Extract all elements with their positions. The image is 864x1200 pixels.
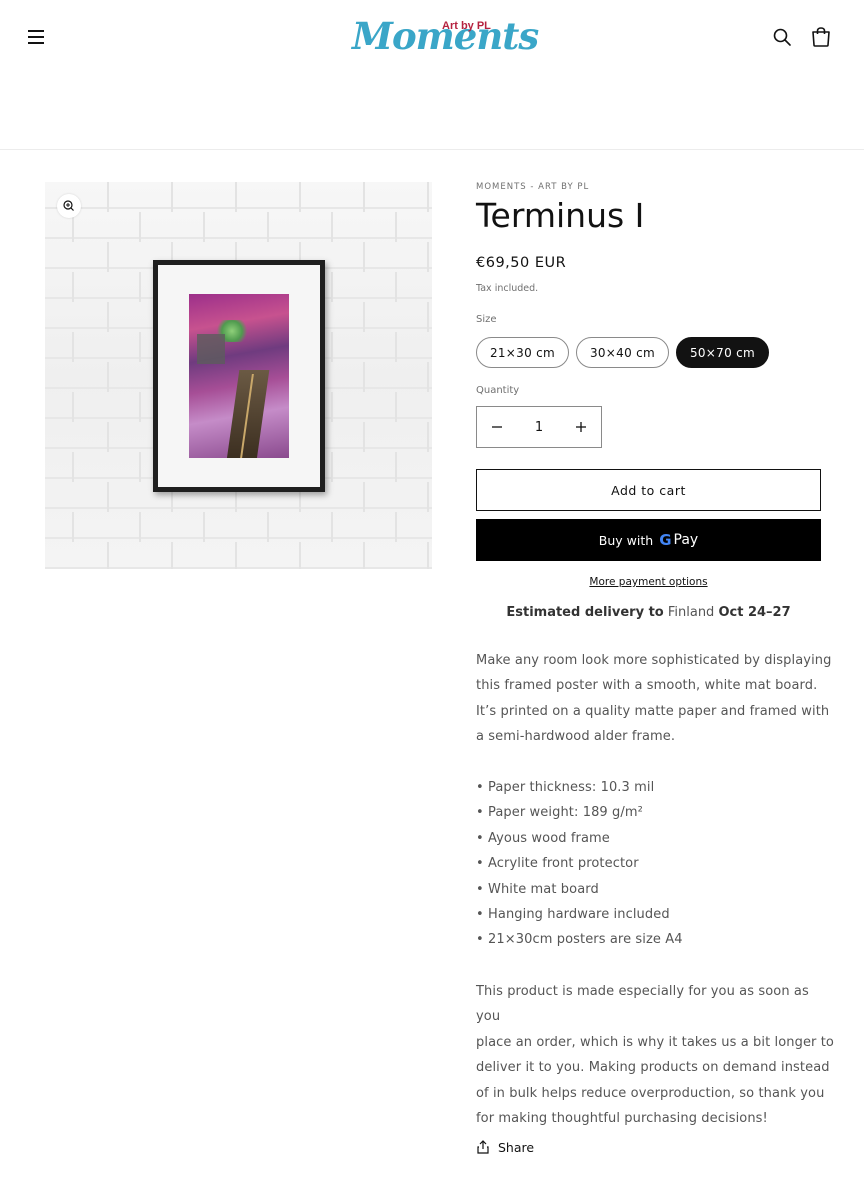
wall-texture [45,182,432,212]
description-line: Make any room look more sophisticated by… [476,653,832,668]
product-image[interactable] [45,182,432,569]
feature-item: • 21×30cm posters are size A4 [476,932,683,948]
minus-icon[interactable] [487,417,507,437]
delivery-country: Finland [667,605,715,620]
feature-list: • Paper thickness: 10.3 mil • Paper weig… [476,775,836,953]
quantity-stepper [476,406,602,448]
buy-with-label: Buy with [598,532,654,548]
size-option-30x40[interactable]: 30×40 cm [576,337,669,368]
size-label: Size [476,314,497,325]
quantity-input[interactable] [517,415,561,439]
share-label: Share [498,1139,535,1155]
delivery-dates: Oct 24–27 [718,605,791,620]
description-line: It’s printed on a quality matte paper an… [476,703,830,719]
description-line: this framed poster with a smooth, white … [476,678,818,694]
product-price: €69,50 EUR [476,255,567,271]
share-icon [477,1140,489,1154]
product-vendor: MOMENTS - ART BY PL [476,182,590,192]
on-demand-note: This product is made especially for you … [476,979,836,1131]
feature-item: • Paper weight: 189 g/m² [476,805,643,821]
site-logo[interactable]: Moments Art by PL [350,10,539,62]
feature-item: • Acrylite front protector [476,856,639,872]
google-g-icon: G [659,531,672,549]
more-payment-options-link[interactable]: More payment options [476,576,821,588]
zoom-icon[interactable] [57,194,81,218]
feature-item: • Paper thickness: 10.3 mil [476,780,655,795]
share-button[interactable]: Share [476,1137,534,1157]
on-demand-line: of in bulk helps reduce overproduction, … [476,1085,825,1101]
framed-poster [153,260,325,492]
wall-texture [45,212,432,242]
on-demand-line: for making thoughtful purchasing decisio… [476,1111,768,1127]
on-demand-line: place an order, which is why it takes us… [476,1034,834,1050]
wall-texture [45,512,432,542]
cart-icon[interactable] [809,25,833,49]
feature-item: • White mat board [476,881,599,897]
estimated-delivery: Estimated delivery to Finland Oct 24–27 [476,605,821,620]
on-demand-line: This product is made especially for you … [476,984,809,1025]
tax-note: Tax included. [476,283,539,294]
artwork-structure [197,334,225,364]
buy-with-gpay-button[interactable]: Buy with G Pay [476,519,821,561]
mat-board [158,265,320,487]
on-demand-line: deliver it to you. Making products on de… [476,1060,830,1076]
feature-item: • Ayous wood frame [476,830,610,846]
logo-tagline: Art by PL [442,20,491,32]
description-line: a semi-hardwood alder frame. [476,729,676,745]
feature-item: • Hanging hardware included [476,907,670,923]
size-option-50x70[interactable]: 50×70 cm [676,337,769,368]
add-to-cart-button[interactable]: Add to cart [476,469,821,511]
plus-icon[interactable] [571,417,591,437]
product-description: Make any room look more sophisticated by… [476,648,836,750]
site-header: Moments Art by PL [0,0,864,150]
wall-texture [45,542,432,569]
pay-label: Pay [673,532,699,548]
search-icon[interactable] [771,26,793,48]
size-option-21x30[interactable]: 21×30 cm [476,337,569,368]
delivery-prefix: Estimated delivery to [506,605,664,620]
artwork [189,294,289,458]
quantity-label: Quantity [476,385,520,396]
product-title: Terminus I [476,196,645,235]
hamburger-menu-icon[interactable] [26,26,48,48]
